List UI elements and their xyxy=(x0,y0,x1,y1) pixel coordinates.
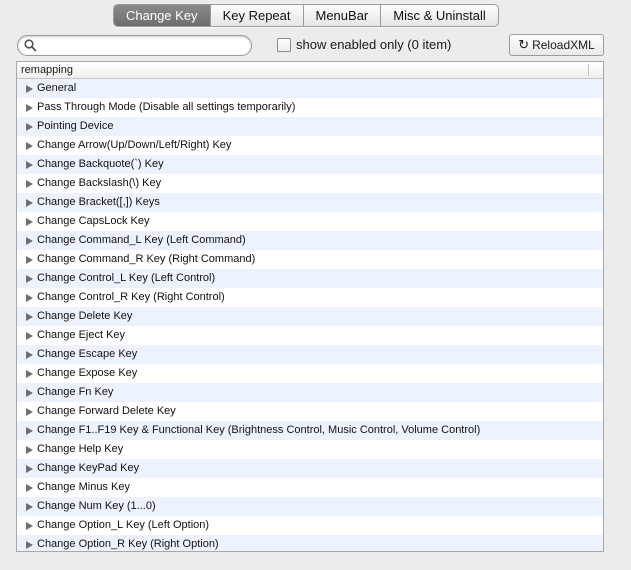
row-label: Change Fn Key xyxy=(37,386,114,398)
disclosure-triangle-icon[interactable] xyxy=(26,540,33,549)
row-label: Change Control_R Key (Right Control) xyxy=(37,291,225,303)
row-label: Change Option_R Key (Right Option) xyxy=(37,538,219,550)
reload-xml-label: ReloadXML xyxy=(532,38,595,52)
disclosure-triangle-icon[interactable] xyxy=(26,217,33,226)
disclosure-triangle-icon[interactable] xyxy=(26,84,33,93)
table-row[interactable]: Change Num Key (1...0) xyxy=(17,497,603,516)
row-label: Change KeyPad Key xyxy=(37,462,140,474)
row-label: Change Eject Key xyxy=(37,329,126,341)
row-label: Change Control_L Key (Left Control) xyxy=(37,272,216,284)
row-label: Pass Through Mode (Disable all settings … xyxy=(37,101,296,113)
search-input[interactable] xyxy=(40,37,244,55)
table-row[interactable]: Change Bracket([,]) Keys xyxy=(17,193,603,212)
reload-xml-button[interactable]: ↻ ReloadXML xyxy=(509,34,604,56)
row-label: Change Command_L Key (Left Command) xyxy=(37,234,246,246)
disclosure-triangle-icon[interactable] xyxy=(26,293,33,302)
disclosure-triangle-icon[interactable] xyxy=(26,198,33,207)
disclosure-triangle-icon[interactable] xyxy=(26,122,33,131)
row-label: Change Minus Key xyxy=(37,481,130,493)
table-row[interactable]: Change Control_R Key (Right Control) xyxy=(17,288,603,307)
disclosure-triangle-icon[interactable] xyxy=(26,388,33,397)
row-label: General xyxy=(37,82,77,94)
tab-misc-uninstall[interactable]: Misc & Uninstall xyxy=(380,5,497,26)
show-enabled-only-label: show enabled only (0 item) xyxy=(296,37,452,52)
table-row[interactable]: Change Option_R Key (Right Option) xyxy=(17,535,603,551)
table-row[interactable]: Change Control_L Key (Left Control) xyxy=(17,269,603,288)
disclosure-triangle-icon[interactable] xyxy=(26,274,33,283)
row-label: Change CapsLock Key xyxy=(37,215,150,227)
table-row[interactable]: Change Backslash(\) Key xyxy=(17,174,603,193)
table-row[interactable]: Change Fn Key xyxy=(17,383,603,402)
disclosure-triangle-icon[interactable] xyxy=(26,521,33,530)
table-row[interactable]: Change Escape Key xyxy=(17,345,603,364)
disclosure-triangle-icon[interactable] xyxy=(26,179,33,188)
row-label: Change Backslash(\) Key xyxy=(37,177,162,189)
table-row[interactable]: Pointing Device xyxy=(17,117,603,136)
table-body: General Pass Through Mode (Disable all se… xyxy=(17,79,603,551)
disclosure-triangle-icon[interactable] xyxy=(26,407,33,416)
tab-menubar[interactable]: MenuBar xyxy=(302,5,381,26)
disclosure-triangle-icon[interactable] xyxy=(26,464,33,473)
table-row[interactable]: Change Command_R Key (Right Command) xyxy=(17,250,603,269)
column-header-remapping[interactable]: remapping xyxy=(17,62,603,79)
refresh-icon: ↻ xyxy=(518,37,530,53)
column-header-label: remapping xyxy=(21,64,73,76)
disclosure-triangle-icon[interactable] xyxy=(26,312,33,321)
tab-key-repeat[interactable]: Key Repeat xyxy=(209,5,303,26)
disclosure-triangle-icon[interactable] xyxy=(26,502,33,511)
row-label: Change Option_L Key (Left Option) xyxy=(37,519,210,531)
show-enabled-only-checkbox[interactable] xyxy=(277,37,291,52)
table-row[interactable]: Change Forward Delete Key xyxy=(17,402,603,421)
disclosure-triangle-icon[interactable] xyxy=(26,236,33,245)
table-row[interactable]: Pass Through Mode (Disable all settings … xyxy=(17,98,603,117)
search-field[interactable] xyxy=(17,35,252,56)
disclosure-triangle-icon[interactable] xyxy=(26,483,33,492)
tab-bar: Change Key Key Repeat MenuBar Misc & Uni… xyxy=(113,4,499,27)
disclosure-triangle-icon[interactable] xyxy=(26,141,33,150)
disclosure-triangle-icon[interactable] xyxy=(26,160,33,169)
row-label: Change Forward Delete Key xyxy=(37,405,176,417)
row-label: Change Bracket([,]) Keys xyxy=(37,196,160,208)
disclosure-triangle-icon[interactable] xyxy=(26,426,33,435)
row-label: Change Num Key (1...0) xyxy=(37,500,156,512)
row-label: Change Expose Key xyxy=(37,367,138,379)
table-row[interactable]: Change Backquote(`) Key xyxy=(17,155,603,174)
row-label: Pointing Device xyxy=(37,120,114,132)
row-label: Change Delete Key xyxy=(37,310,133,322)
table-row[interactable]: Change Command_L Key (Left Command) xyxy=(17,231,603,250)
table-row[interactable]: Change Arrow(Up/Down/Left/Right) Key xyxy=(17,136,603,155)
show-enabled-only-option[interactable]: show enabled only (0 item) xyxy=(277,37,451,52)
disclosure-triangle-icon[interactable] xyxy=(26,445,33,454)
disclosure-triangle-icon[interactable] xyxy=(26,350,33,359)
table-row[interactable]: Change Eject Key xyxy=(17,326,603,345)
tab-change-key[interactable]: Change Key xyxy=(114,5,210,26)
row-label: Change F1..F19 Key & Functional Key (Bri… xyxy=(37,424,481,436)
table-row[interactable]: Change KeyPad Key xyxy=(17,459,603,478)
row-label: Change Backquote(`) Key xyxy=(37,158,164,170)
row-label: Change Command_R Key (Right Command) xyxy=(37,253,256,265)
table-row[interactable]: Change F1..F19 Key & Functional Key (Bri… xyxy=(17,421,603,440)
row-label: Change Help Key xyxy=(37,443,124,455)
row-label: Change Escape Key xyxy=(37,348,138,360)
table-row[interactable]: Change Expose Key xyxy=(17,364,603,383)
disclosure-triangle-icon[interactable] xyxy=(26,331,33,340)
table-row[interactable]: Change Option_L Key (Left Option) xyxy=(17,516,603,535)
table-row[interactable]: Change Delete Key xyxy=(17,307,603,326)
table-row[interactable]: Change Minus Key xyxy=(17,478,603,497)
search-icon xyxy=(24,39,37,52)
column-divider xyxy=(588,64,589,76)
disclosure-triangle-icon[interactable] xyxy=(26,103,33,112)
disclosure-triangle-icon[interactable] xyxy=(26,369,33,378)
table-row[interactable]: Change CapsLock Key xyxy=(17,212,603,231)
disclosure-triangle-icon[interactable] xyxy=(26,255,33,264)
table-row[interactable]: General xyxy=(17,79,603,98)
remapping-table: remapping General Pass Through Mode (Disa… xyxy=(16,61,604,552)
table-row[interactable]: Change Help Key xyxy=(17,440,603,459)
row-label: Change Arrow(Up/Down/Left/Right) Key xyxy=(37,139,232,151)
